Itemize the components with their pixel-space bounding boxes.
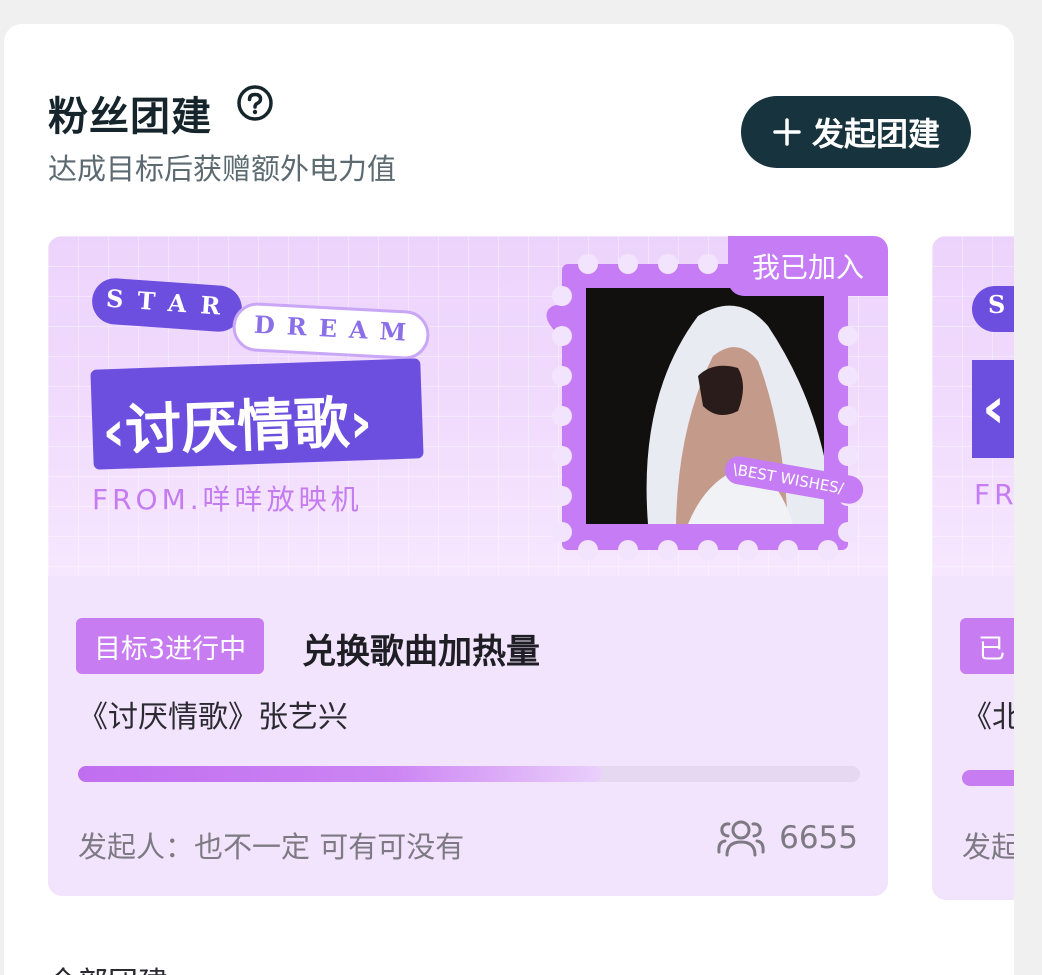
card-banner: STAR DREAM ‹讨厌情歌› FROM.咩咩放映机 \BEST WISHE…: [48, 236, 888, 576]
goal-progress-fill: [78, 766, 602, 782]
card-info: 目标3进行中 兑换歌曲加热量 《讨厌情歌》张艺兴 发起人：也不一定 可有可没有 …: [48, 576, 888, 896]
card-peek-info: 已 《‍北 发起: [932, 576, 1014, 896]
plus-icon: [773, 118, 801, 146]
banner-from-text: FROM.咩咩放映机: [92, 483, 363, 516]
create-team-button[interactable]: 发起团建: [741, 96, 971, 168]
people-icon: [717, 820, 765, 857]
team-card[interactable]: STAR DREAM ‹讨厌情歌› FROM.咩咩放映机 \BEST WISHE…: [48, 236, 888, 896]
goal-progress-bar: [78, 766, 860, 782]
goal-status-tag: 目标3进行中: [76, 618, 265, 674]
peek-organizer-text: 发起: [962, 830, 1014, 864]
fan-team-panel: 粉丝团建 达成目标后获赠额外电力值 发起团建 STAR DREAM ‹讨厌情歌›…: [4, 24, 1014, 975]
help-icon[interactable]: [236, 84, 274, 122]
member-count-value: 6655: [779, 820, 858, 856]
goal-title: 兑换歌曲加热量: [302, 632, 540, 672]
organizer-text: 发起人：也不一定 可有可没有: [78, 830, 465, 864]
joined-badge: 我已加入: [728, 236, 888, 296]
page-title: 粉丝团建: [48, 94, 212, 140]
peek-from-text: FR: [974, 478, 1014, 511]
all-teams-link[interactable]: 全部团建 ›: [48, 958, 190, 975]
banner-song-title: ‹讨厌情歌›: [101, 390, 374, 465]
peek-song-line: 《‍北: [962, 700, 1014, 735]
page-subtitle: 达成目标后获赠额外电力值: [48, 152, 397, 186]
create-team-label: 发起团建: [811, 115, 940, 153]
peek-goal-tag: 已: [960, 618, 1014, 674]
peek-star-word: S: [988, 290, 1006, 319]
team-card-peek[interactable]: S ‹ FR 已 《‍北 发起: [932, 236, 1014, 900]
peek-progress-bar: [962, 770, 1014, 786]
card-peek-banner: S ‹ FR: [932, 236, 1014, 576]
peek-song-title: ‹: [982, 376, 1006, 441]
song-line: 《讨厌情歌》张艺兴: [78, 700, 348, 735]
member-count: 6655: [715, 818, 858, 858]
